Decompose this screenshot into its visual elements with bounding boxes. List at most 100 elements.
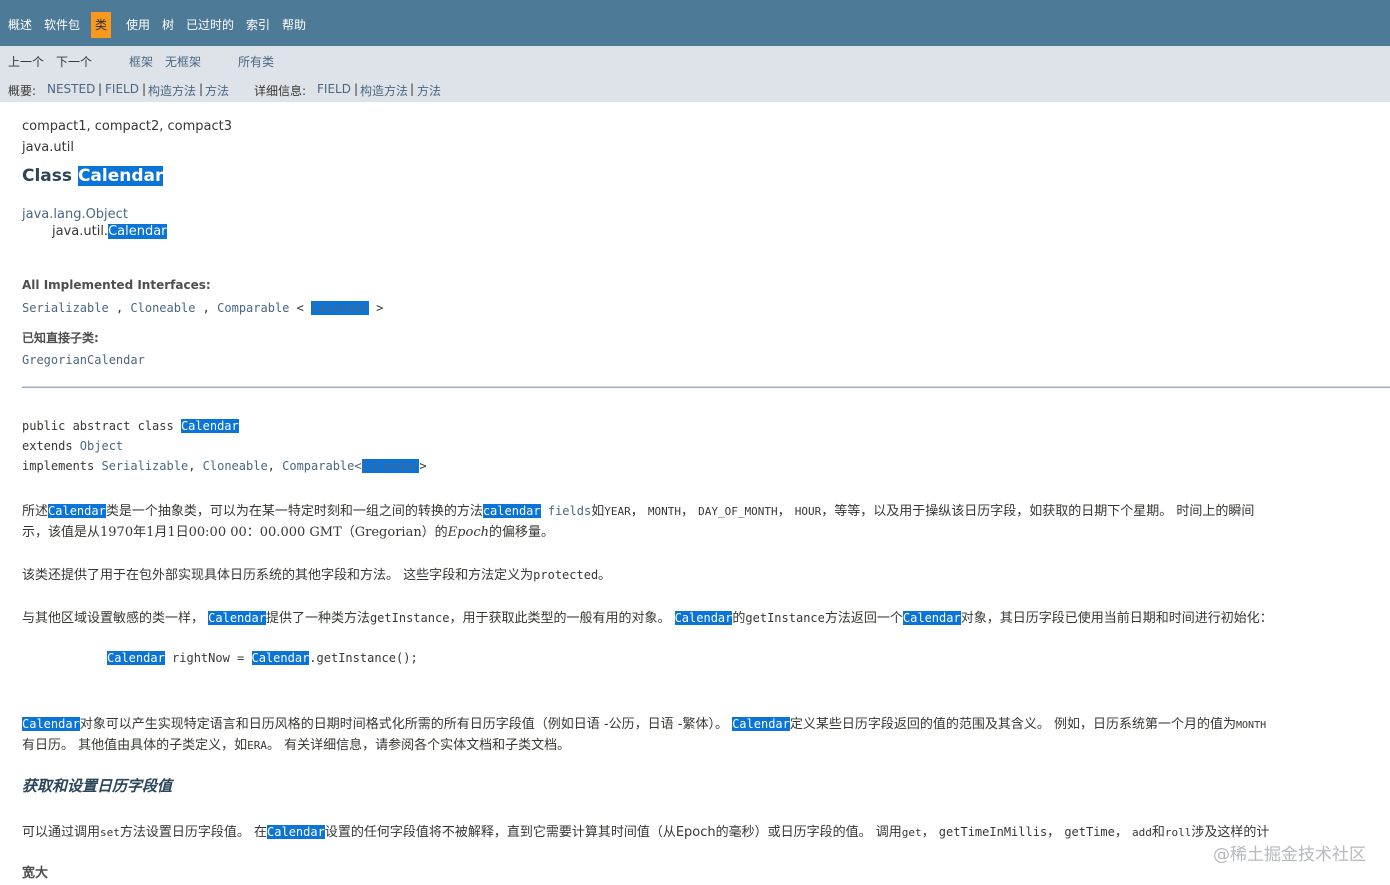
nav-deprecated[interactable]: 已过时的 (186, 12, 234, 38)
no-frames-link[interactable]: 无框架 (165, 53, 201, 70)
angle-close: > (419, 459, 427, 473)
top-nav-bar: 概述 软件包 类 使用 树 已过时的 索引 帮助 (0, 0, 1390, 46)
nav-use[interactable]: 使用 (126, 12, 150, 38)
fields-link[interactable]: fields (541, 504, 591, 518)
watermark: @稀土掘金技术社区 (1213, 845, 1366, 865)
code-text: .getInstance(); (309, 651, 418, 665)
angle-close: > (376, 301, 384, 315)
child-class-name: Calendar (108, 224, 167, 239)
text: 方法设置日历字段值。 在 (119, 825, 268, 840)
summary-nested-link[interactable]: NESTED (47, 82, 95, 96)
frames-link[interactable]: 框架 (129, 53, 153, 70)
summary-method-link[interactable]: 方法 (205, 82, 229, 99)
comma: , (115, 301, 124, 315)
comma: , (188, 459, 203, 473)
code-gettime: getTime (1064, 825, 1115, 839)
description-paragraph-1-line2: 示，该值是从1970年1月1日00:00 00：00.000 GMT（Grego… (22, 521, 554, 540)
text: 定义某些日历字段返回的值的范围及其含义。 例如，日历系统第一个月的值为 (789, 717, 1237, 732)
nav-index[interactable]: 索引 (246, 12, 270, 38)
nav-tree[interactable]: 树 (162, 12, 174, 38)
text: 所述 (22, 504, 49, 519)
text: 和 (1151, 825, 1165, 840)
cloneable-link[interactable]: Cloneable (130, 301, 195, 315)
detail-method-link[interactable]: 方法 (417, 82, 441, 99)
comparable-link[interactable]: Comparable< (282, 459, 361, 473)
text: 该类还提供了用于在包外部实现具体日历系统的其他字段和方法。 这些字段和方法定义为 (22, 568, 534, 583)
separator: | (98, 82, 103, 96)
sub-nav-bar: 上一个 下一个 框架 无框架 所有类 概要: NESTED | FIELD | … (0, 46, 1390, 102)
detail-label: 详细信息: (254, 84, 307, 98)
calendar-highlight: Calendar (902, 611, 961, 625)
text: 。 (598, 568, 612, 583)
nav-package[interactable]: 软件包 (44, 12, 80, 38)
object-link[interactable]: java.lang.Object (22, 207, 128, 222)
all-classes-link[interactable]: 所有类 (238, 53, 274, 70)
text: 提供了一种类方法 (265, 611, 370, 626)
text: 的偏移量。 (488, 525, 554, 540)
code-text: rightNow = (164, 651, 252, 665)
inheritance-child: java.util.Calendar (52, 224, 167, 239)
description-paragraph-3: 与其他区域设置敏感的类一样， Calendar提供了一种类方法getInstan… (22, 607, 1273, 626)
serializable-link[interactable]: Serializable (101, 459, 188, 473)
section-heading-get-set: 获取和设置日历字段值 (22, 777, 173, 795)
text: ， (680, 504, 699, 519)
calendar-highlight: Calendar (48, 504, 106, 518)
extends-keyword: extends (22, 439, 80, 453)
extends-object-link[interactable]: Object (80, 439, 123, 453)
separator: | (142, 82, 147, 96)
title-class-name: Calendar (77, 166, 164, 186)
text: ，等等，以及用于操纵该日历字段，如获取的日期下个星期。 时间上的瞬间 (821, 504, 1255, 519)
next-class-link[interactable]: 下一个 (56, 53, 92, 70)
text: ， (921, 825, 939, 840)
code-set: set (100, 826, 120, 839)
text: 对象，其日历字段已使用当前日期和时间进行初始化： (960, 611, 1273, 626)
separator: | (410, 82, 415, 96)
calendar-highlight: Calendar (251, 651, 310, 665)
code-month: MONTH (647, 505, 681, 518)
calendar-highlight: Calendar (732, 717, 790, 731)
detail-constructor-link[interactable]: 构造方法 (360, 82, 408, 99)
nav-class-active: 类 (91, 12, 112, 38)
class-signature-line2: extends Object (22, 439, 123, 453)
code-protected: protected (533, 568, 599, 582)
title-prefix: Class (22, 166, 78, 186)
text: 示，该值是从1970年1月1日00:00 00：00.000 GMT（Grego… (22, 525, 448, 540)
interfaces-list: Serializable , Cloneable , Comparable < … (22, 301, 383, 315)
inheritance-tree: java.lang.Object (22, 207, 128, 222)
serializable-link[interactable]: Serializable (22, 301, 109, 315)
comparable-link[interactable]: Comparable (217, 301, 289, 315)
profiles-label: compact1, compact2, compact3 (22, 119, 233, 134)
summary-constructor-link[interactable]: 构造方法 (148, 82, 196, 99)
code-gettimeinmillis: getTimeInMillis (938, 825, 1048, 839)
code-era: ERA (247, 739, 268, 752)
text: 与其他区域设置敏感的类一样， (22, 611, 209, 626)
text: ， (1047, 825, 1065, 840)
code-year: YEAR (604, 505, 631, 518)
text: 有日历。 其他值由具体的子类定义，如 (22, 738, 248, 753)
calendar-highlight: Calendar (22, 717, 80, 731)
signature-class-name: Calendar (180, 419, 239, 433)
nav-overview[interactable]: 概述 (8, 12, 32, 38)
comma: , (202, 301, 210, 315)
text: 类是一个抽象类，可以为在某一特定时刻和一组之间的转换的方法 (105, 504, 483, 519)
separator: | (354, 82, 359, 96)
gregorian-calendar-link[interactable]: GregorianCalendar (22, 353, 145, 367)
code-roll: roll (1164, 826, 1192, 839)
nav-help[interactable]: 帮助 (282, 12, 306, 38)
text: 方法返回一个 (824, 611, 903, 626)
calendar-highlight: Calendar (107, 651, 165, 665)
detail-field-link[interactable]: FIELD (317, 82, 351, 96)
text: ， (630, 504, 648, 519)
calendar-type-arg-link[interactable]: Calendar (311, 301, 369, 315)
text: ， (1114, 825, 1133, 840)
comma: , (267, 459, 283, 473)
summary-field-link[interactable]: FIELD (105, 82, 139, 96)
code-example: Calendar rightNow = Calendar.getInstance… (107, 651, 418, 665)
calendar-type-arg-link[interactable]: Calendar (361, 459, 420, 473)
calendar-highlight: calendar (482, 504, 541, 518)
code-month: MONTH (1236, 720, 1267, 731)
text: 涉及这样的计 (1191, 825, 1270, 840)
cloneable-link[interactable]: Cloneable (203, 459, 268, 473)
prev-class-link[interactable]: 上一个 (8, 53, 44, 70)
calendar-highlight: Calendar (674, 611, 733, 625)
